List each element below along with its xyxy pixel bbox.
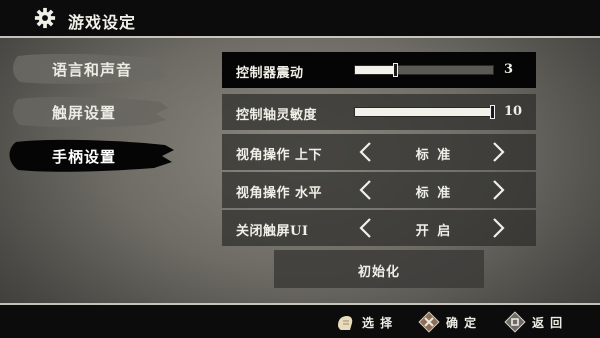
sensitivity-value: 10 — [504, 104, 523, 119]
gear-icon — [34, 7, 56, 29]
header-bar: 游戏设定 — [0, 0, 600, 36]
chevron-left-icon[interactable] — [356, 216, 376, 240]
nav-item-language-sound[interactable]: 语言和声音 — [0, 50, 175, 88]
vibration-slider[interactable] — [354, 63, 494, 77]
view-vertical-row[interactable]: 视角操作 上下 标 准 — [222, 134, 536, 170]
nav-item-label: 手柄设置 — [52, 148, 117, 166]
reset-button-label: 初始化 — [357, 265, 400, 280]
nav-item-label: 语言和声音 — [52, 61, 133, 79]
header-divider — [0, 36, 600, 38]
confirm-hint-label: 确 定 — [446, 316, 478, 330]
page-title: 游戏设定 — [68, 13, 137, 32]
slider-handle[interactable] — [490, 105, 495, 119]
vibration-value: 3 — [504, 62, 514, 77]
settings-screen: 游戏设定 语言和声音 触屏设置 手柄设置 控制器震动 3 控制轴灵敏度 10 视… — [0, 0, 600, 338]
chevron-right-icon[interactable] — [488, 178, 508, 202]
chevron-right-icon[interactable] — [488, 140, 508, 164]
cross-button-icon — [418, 311, 440, 333]
nav-item-controller-settings[interactable]: 手柄设置 — [0, 137, 175, 175]
back-hint-label: 返 回 — [532, 316, 564, 330]
footer-bar: 选 择 确 定 返 回 — [0, 305, 600, 338]
setting-label: 控制器震动 — [236, 66, 304, 81]
sensitivity-slider[interactable] — [354, 105, 495, 119]
nav-item-touch-settings[interactable]: 触屏设置 — [0, 93, 175, 131]
close-touch-ui-option: 开 启 — [415, 224, 453, 239]
stick-sensitivity-row[interactable]: 控制轴灵敏度 10 — [222, 94, 536, 130]
setting-label: 控制轴灵敏度 — [236, 108, 318, 123]
nav-item-label: 触屏设置 — [52, 104, 117, 122]
chevron-left-icon[interactable] — [356, 140, 376, 164]
slider-fill — [355, 108, 493, 116]
controller-vibration-row[interactable]: 控制器震动 3 — [222, 52, 536, 88]
setting-label: 视角操作 上下 — [236, 148, 323, 163]
select-hint-label: 选 择 — [362, 316, 394, 330]
view-horizontal-row[interactable]: 视角操作 水平 标 准 — [222, 172, 536, 208]
view-horizontal-option: 标 准 — [415, 186, 453, 201]
reset-button[interactable]: 初始化 — [274, 250, 484, 288]
setting-label: 关闭触屏UI — [236, 224, 309, 239]
back-button-icon — [504, 311, 526, 333]
close-touch-ui-row[interactable]: 关闭触屏UI 开 启 — [222, 210, 536, 246]
stick-icon — [338, 316, 353, 330]
slider-handle[interactable] — [393, 63, 399, 77]
view-vertical-option: 标 准 — [415, 148, 453, 163]
setting-label: 视角操作 水平 — [236, 186, 323, 201]
chevron-left-icon[interactable] — [356, 178, 376, 202]
slider-fill — [355, 66, 397, 74]
chevron-right-icon[interactable] — [488, 216, 508, 240]
